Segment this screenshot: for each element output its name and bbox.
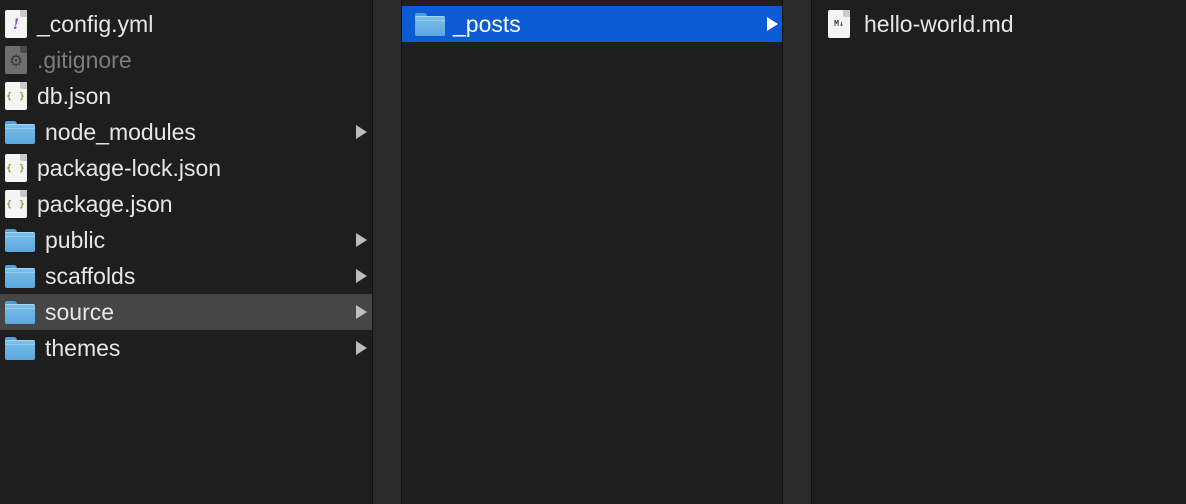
- folder-item-scaffolds[interactable]: scaffolds: [0, 258, 372, 294]
- folder-icon: [5, 120, 35, 144]
- json-file-icon: { }: [5, 190, 27, 218]
- folder-icon: [5, 228, 35, 252]
- disclosure-arrow-icon: [767, 17, 778, 31]
- yaml-file-icon: !: [5, 10, 27, 38]
- item-label: package-lock.json: [37, 154, 222, 181]
- folder-icon: [5, 300, 35, 324]
- file-item-config-yml[interactable]: ! _config.yml: [0, 6, 372, 42]
- folder-item-public[interactable]: public: [0, 222, 372, 258]
- markdown-file-icon: M↓: [828, 10, 850, 38]
- item-label: _config.yml: [37, 10, 154, 37]
- folder-item-posts[interactable]: _posts: [402, 6, 782, 42]
- column-divider-1[interactable]: [372, 0, 402, 504]
- folder-item-node-modules[interactable]: node_modules: [0, 114, 372, 150]
- item-label: _posts: [453, 10, 521, 37]
- item-label: scaffolds: [45, 262, 136, 289]
- item-label: themes: [45, 334, 121, 361]
- column-2[interactable]: _posts: [402, 0, 782, 504]
- folder-item-source[interactable]: source: [0, 294, 372, 330]
- json-file-icon: { }: [5, 82, 27, 110]
- item-label: hello-world.md: [864, 10, 1014, 37]
- item-label: package.json: [37, 190, 173, 217]
- disclosure-arrow-icon: [356, 305, 367, 319]
- gear-file-icon: ⚙: [5, 46, 27, 74]
- item-label: source: [45, 298, 115, 325]
- column-3[interactable]: M↓ hello-world.md: [812, 0, 1186, 504]
- json-file-icon: { }: [5, 154, 27, 182]
- item-label: db.json: [37, 82, 112, 109]
- item-label: node_modules: [45, 118, 196, 145]
- column-divider-2[interactable]: [782, 0, 812, 504]
- folder-item-themes[interactable]: themes: [0, 330, 372, 366]
- folder-icon: [5, 264, 35, 288]
- disclosure-arrow-icon: [356, 269, 367, 283]
- column-1[interactable]: ! _config.yml ⚙ .gitignore { } db.json node_mo…: [0, 0, 372, 504]
- file-item-package-lock-json[interactable]: { } package-lock.json: [0, 150, 372, 186]
- file-item-db-json[interactable]: { } db.json: [0, 78, 372, 114]
- item-label: public: [45, 226, 106, 253]
- folder-icon: [415, 12, 445, 36]
- folder-icon: [5, 336, 35, 360]
- disclosure-arrow-icon: [356, 125, 367, 139]
- disclosure-arrow-icon: [356, 341, 367, 355]
- item-label: .gitignore: [37, 46, 132, 73]
- file-item-hello-world-md[interactable]: M↓ hello-world.md: [812, 6, 1186, 42]
- file-item-package-json[interactable]: { } package.json: [0, 186, 372, 222]
- finder-column-browser: ! _config.yml ⚙ .gitignore { } db.json node_mo…: [0, 0, 1186, 504]
- disclosure-arrow-icon: [356, 233, 367, 247]
- file-item-gitignore[interactable]: ⚙ .gitignore: [0, 42, 372, 78]
